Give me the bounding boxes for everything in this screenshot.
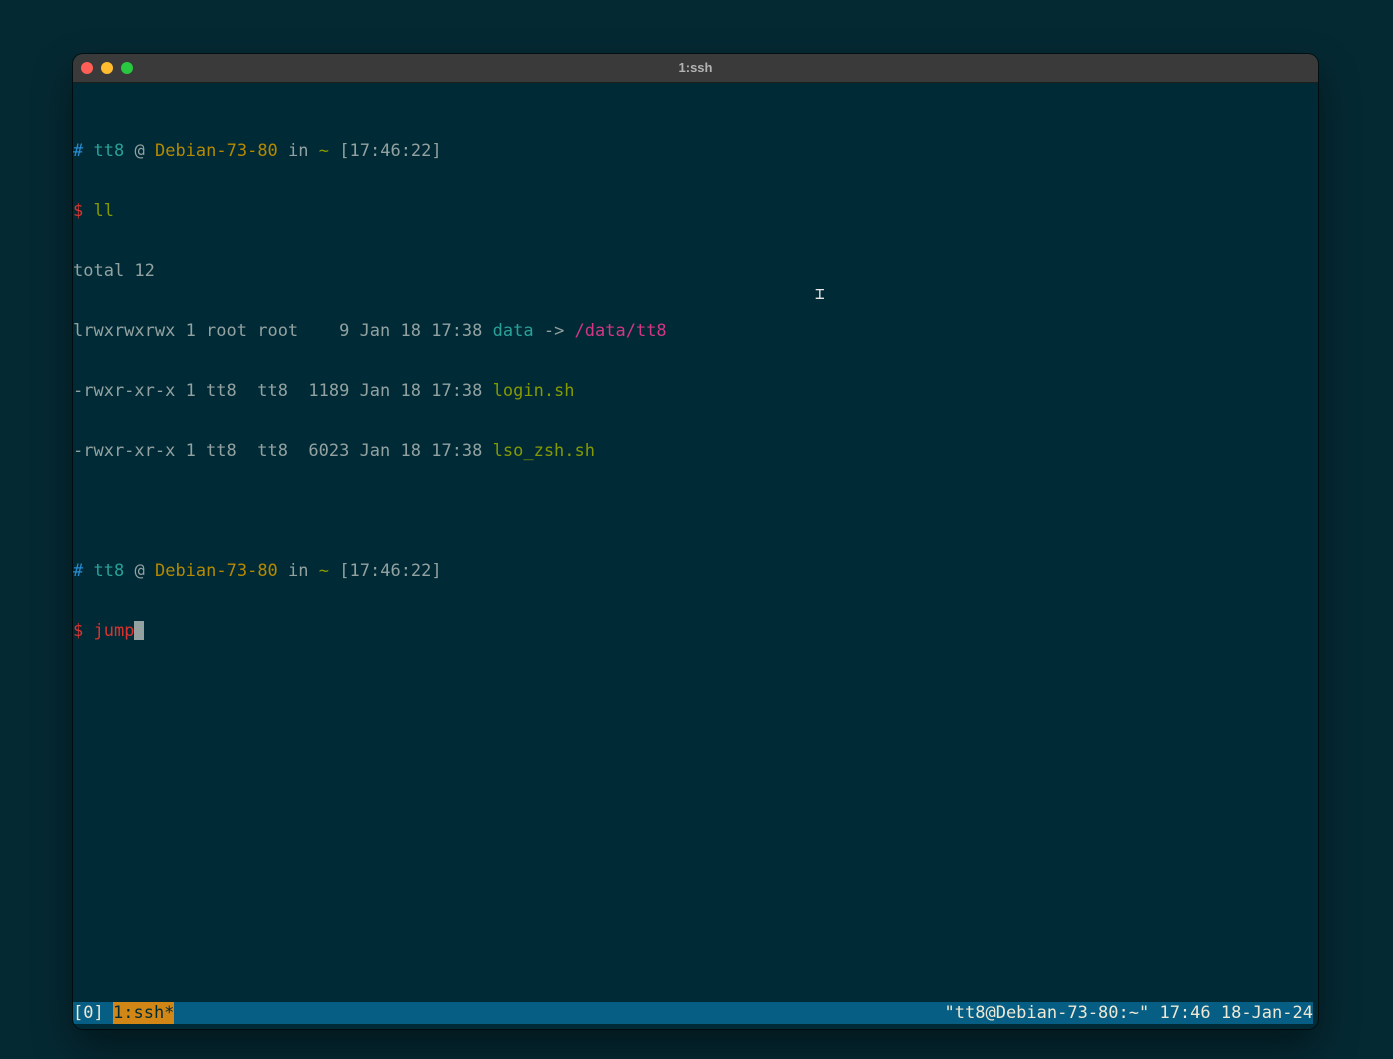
symlink-arrow: -> (533, 321, 575, 341)
listing-name: lso_zsh.sh (492, 441, 595, 461)
command-line[interactable]: $ jump (73, 621, 1318, 641)
prompt-hash: # (73, 561, 84, 581)
terminal-content[interactable]: # tt8 @ Debian-73-80 in ~ [17:46:22] $ l… (73, 101, 1318, 681)
tmux-status-bar: [0] 1:ssh* "tt8@Debian-73-80:~" 17:46 18… (73, 1002, 1313, 1024)
prompt-host: Debian-73-80 (154, 141, 278, 161)
listing-row: -rwxr-xr-x 1 tt8 tt8 1189 Jan 18 17:38 l… (73, 381, 1318, 401)
ibeam-cursor-icon: ⌶ (815, 284, 825, 303)
listing-meta: -rwxr-xr-x 1 tt8 tt8 1189 Jan 18 17:38 (73, 381, 493, 401)
prompt-dir: ~ (318, 561, 330, 581)
window-title: 1:ssh (678, 60, 713, 75)
tmux-window-tab[interactable]: 1:ssh* (113, 1002, 175, 1024)
listing-name: login.sh (492, 381, 575, 401)
prompt-in: in (288, 561, 309, 581)
prompt-at: @ (134, 561, 145, 581)
prompt-at: @ (134, 141, 145, 161)
tmux-status-right: "tt8@Debian-73-80:~" 17:46 18-Jan-24 (944, 1003, 1313, 1023)
terminal-window: 1:ssh # tt8 @ Debian-73-80 in ~ [17:46:2… (73, 54, 1318, 1029)
listing-row: -rwxr-xr-x 1 tt8 tt8 6023 Jan 18 17:38 l… (73, 441, 1318, 461)
prompt-user: tt8 (93, 561, 125, 581)
symlink-target: /data/tt8 (574, 321, 667, 341)
text-cursor (134, 621, 145, 640)
output-total: total 12 (73, 261, 155, 281)
prompt-host: Debian-73-80 (154, 561, 278, 581)
listing-meta: -rwxr-xr-x 1 tt8 tt8 6023 Jan 18 17:38 (73, 441, 493, 461)
prompt-dollar: $ (73, 201, 84, 221)
listing-row: lrwxrwxrwx 1 root root 9 Jan 18 17:38 da… (73, 321, 1318, 341)
tmux-session[interactable]: [0] (73, 1002, 104, 1024)
listing-name: data (492, 321, 534, 341)
command-text: ll (93, 201, 114, 221)
prompt-user: tt8 (93, 141, 125, 161)
prompt-line: # tt8 @ Debian-73-80 in ~ [17:46:22] (73, 141, 1318, 161)
prompt-line: # tt8 @ Debian-73-80 in ~ [17:46:22] (73, 561, 1318, 581)
command-line: $ ll (73, 201, 1318, 221)
prompt-time: [17:46:22] (339, 561, 442, 581)
command-text: jump (93, 621, 135, 641)
prompt-in: in (288, 141, 309, 161)
prompt-time: [17:46:22] (339, 141, 442, 161)
listing-meta: lrwxrwxrwx 1 root root 9 Jan 18 17:38 (73, 321, 493, 341)
title-bar[interactable]: 1:ssh (73, 54, 1318, 83)
prompt-dir: ~ (318, 141, 330, 161)
prompt-hash: # (73, 141, 84, 161)
prompt-dollar: $ (73, 621, 84, 641)
